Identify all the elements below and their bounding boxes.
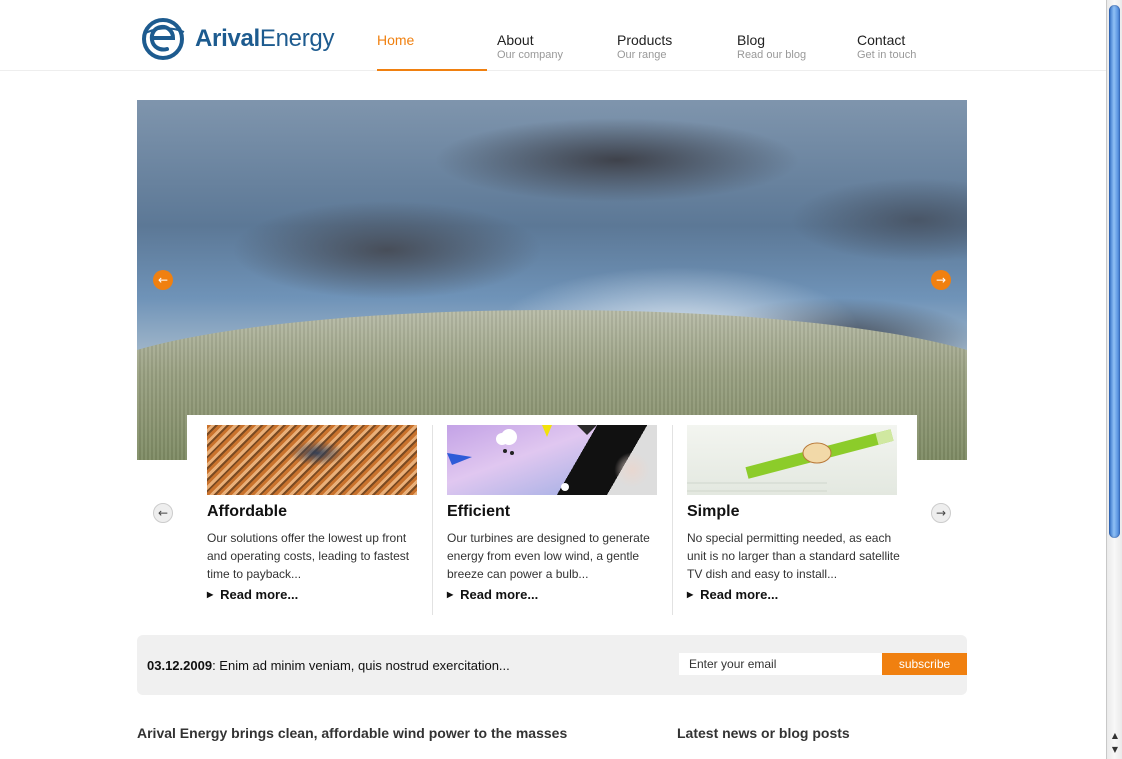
- read-more-label: Read more...: [220, 587, 299, 602]
- nav-contact[interactable]: Contact Get in touch: [857, 32, 967, 70]
- logo-word-bold: Arival: [195, 25, 260, 52]
- feature-divider: [672, 425, 673, 615]
- nav-contact-sub: Get in touch: [857, 49, 917, 61]
- logo-wordmark: ArivalEnergy: [195, 25, 334, 53]
- news-ticker[interactable]: 03.12.2009: Enim ad minim veniam, quis n…: [147, 658, 510, 673]
- read-more-label: Read more...: [700, 587, 779, 602]
- site-header: ArivalEnergy Home About Our company Prod…: [0, 0, 1106, 71]
- triangle-right-icon: ▶: [207, 590, 214, 599]
- features-prev-arrow-icon[interactable]: ←: [153, 503, 173, 523]
- logo-e-icon: [142, 18, 185, 60]
- feature-efficient: Efficient Our turbines are designed to g…: [447, 425, 667, 602]
- subscribe-button[interactable]: subscribe: [882, 653, 967, 675]
- scroll-up-arrow-icon[interactable]: ▲: [1109, 730, 1121, 742]
- feature-affordable-text: Our solutions offer the lowest up front …: [207, 531, 410, 581]
- read-more-label: Read more...: [460, 587, 539, 602]
- news-subscribe-bar: 03.12.2009: Enim ad minim veniam, quis n…: [137, 635, 967, 695]
- nav-contact-label: Contact: [857, 32, 906, 48]
- feature-simple-title: Simple: [687, 503, 740, 520]
- triangle-right-icon: ▶: [687, 590, 694, 599]
- hero-next-arrow-icon[interactable]: →: [931, 270, 951, 290]
- feature-affordable-title: Affordable: [207, 503, 287, 520]
- feature-simple-pencil-icon: [687, 429, 894, 492]
- feature-affordable: Affordable Our solutions offer the lowes…: [207, 425, 427, 602]
- feature-simple: Simple No special permitting needed, as …: [687, 425, 907, 602]
- nav-blog-sub: Read our blog: [737, 49, 807, 61]
- hero-prev-arrow-icon[interactable]: ←: [153, 270, 173, 290]
- feature-affordable-read-more[interactable]: ▶ Read more...: [207, 587, 427, 602]
- nav-about-label: About: [497, 32, 534, 48]
- nav-products-sub: Our range: [617, 49, 667, 61]
- feature-efficient-shapes-icon: [447, 425, 597, 491]
- nav-about[interactable]: About Our company: [497, 32, 607, 70]
- features-panel: Affordable Our solutions offer the lowes…: [187, 415, 917, 615]
- nav-blog[interactable]: Blog Read our blog: [737, 32, 847, 70]
- nav-blog-label: Blog: [737, 32, 766, 48]
- news-text: : Enim ad minim veniam, quis nostrud exe…: [212, 658, 510, 673]
- feature-simple-text: No special permitting needed, as each un…: [687, 531, 900, 581]
- feature-simple-image[interactable]: [687, 425, 897, 495]
- features-next-arrow-icon[interactable]: →: [931, 503, 951, 523]
- feature-divider: [432, 425, 433, 615]
- feature-affordable-image[interactable]: [207, 425, 417, 495]
- feature-efficient-title: Efficient: [447, 503, 511, 520]
- nav-home[interactable]: Home: [377, 32, 487, 71]
- nav-about-sub: Our company: [497, 49, 564, 61]
- latest-news-heading: Latest news or blog posts: [677, 725, 850, 741]
- nav-home-label: Home: [377, 32, 415, 48]
- email-field[interactable]: [679, 653, 882, 675]
- feature-efficient-image[interactable]: [447, 425, 657, 495]
- scrollbar-thumb[interactable]: [1109, 5, 1120, 538]
- intro-heading: Arival Energy brings clean, affordable w…: [137, 725, 568, 741]
- nav-products-label: Products: [617, 32, 673, 48]
- hero-slideshow: [137, 100, 967, 460]
- triangle-right-icon: ▶: [447, 590, 454, 599]
- feature-efficient-read-more[interactable]: ▶ Read more...: [447, 587, 667, 602]
- news-date: 03.12.2009: [147, 658, 213, 673]
- logo[interactable]: ArivalEnergy: [140, 16, 340, 60]
- logo-word-light: Energy: [259, 25, 335, 52]
- feature-efficient-text: Our turbines are designed to generate en…: [447, 531, 650, 581]
- feature-simple-read-more[interactable]: ▶ Read more...: [687, 587, 907, 602]
- vertical-scrollbar[interactable]: ▲ ▼: [1106, 0, 1122, 759]
- nav-products[interactable]: Products Our range: [617, 32, 727, 70]
- scroll-down-arrow-icon[interactable]: ▼: [1109, 744, 1121, 756]
